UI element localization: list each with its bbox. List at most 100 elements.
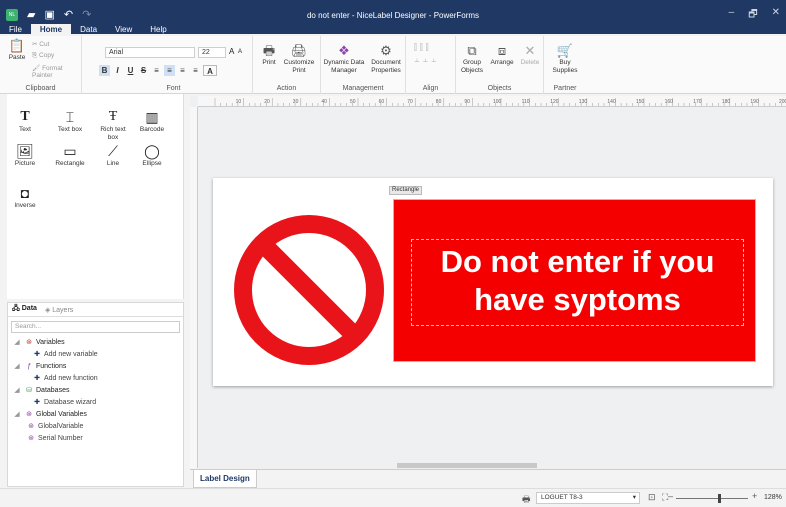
font-family-select[interactable]: Arial [105,47,195,58]
richtext-icon: Ŧ [108,109,118,124]
zoom-slider[interactable] [676,498,748,499]
customize-print-button[interactable]: 🖨 Customize Print [281,44,317,75]
fit-to-page-icon[interactable]: ⊡ [648,492,656,503]
database-wizard[interactable]: ✚ Database wizard [12,397,183,409]
serial-number-icon: ⊛ [28,435,34,442]
tree-global-variables[interactable]: ◢ ⊛ Global Variables [12,409,183,421]
print-button[interactable]: 🖶 Print [259,44,279,67]
paste-icon: 📋 [8,38,26,53]
horizontal-scrollbar[interactable] [198,462,786,469]
ruler-tick-label: 140 [607,99,616,105]
italic-button[interactable]: I [112,65,123,76]
cart-icon: 🛒 [556,43,574,58]
dynamic-data-manager-button[interactable]: ❖ Dynamic Data Manager [323,44,365,75]
ellipse-icon: ◯ [144,143,160,159]
ruler-tick-label: 60 [379,99,385,105]
title-bar: NL ▰ ▣ ↶ ↷ do not enter - NiceLabel Desi… [0,0,786,36]
justify-icon[interactable]: ≡ [190,65,201,76]
align-group-label: Align [422,85,439,92]
management-group-label: Management [342,85,384,92]
sign-text-box[interactable]: Do not enter if you have syptoms [411,239,744,326]
add-icon: ✚ [34,375,40,382]
tool-inverse[interactable]: ◘ Inverse [7,185,43,210]
serial-number-item[interactable]: ⊛ Serial Number [12,433,183,445]
red-rectangle[interactable]: Do not enter if you have syptoms [393,199,756,362]
shrink-font-icon[interactable]: A [238,49,242,55]
functions-icon: ƒ [27,363,31,370]
zoom-out-icon[interactable]: – [668,491,673,501]
ruler-tick-label: 80 [436,99,442,105]
data-tab[interactable]: 🖧 Data [12,304,37,315]
delete-button[interactable]: ✕ Delete [518,44,542,67]
copy-button[interactable]: ⎘ Copy [32,52,54,60]
management-group: ❖ Dynamic Data Manager ⚙ Document Proper… [321,36,406,94]
cut-button[interactable]: ✂ Cut [32,40,49,48]
font-size-select[interactable]: 22 [198,47,226,58]
picture-icon: 🖼 [16,143,34,159]
tab-data[interactable]: Data [71,24,106,36]
underline-button[interactable]: U [125,65,136,76]
add-new-function[interactable]: ✚ Add new function [12,373,183,385]
group-objects-button[interactable]: ⧉ Group Objects [458,44,486,75]
global-variable-item[interactable]: ⊛ GlobalVariable [12,421,183,433]
tool-line[interactable]: ⟋ Line [95,143,131,168]
tree-functions[interactable]: ◢ ƒ Functions [12,361,183,373]
buy-supplies-button[interactable]: 🛒 Buy Supplies [548,44,582,75]
tool-ellipse[interactable]: ◯ Ellipse [134,143,170,168]
printer-icon: 🖶 [262,43,276,58]
font-group: Arial 22 A A B I U S ≡ ≡ ≡ ≡ A Font [95,36,253,94]
add-icon: ✚ [34,399,40,406]
zoom-slider-handle[interactable] [718,494,721,503]
document-properties-icon: ⚙ [380,43,392,58]
add-new-variable[interactable]: ✚ Add new variable [12,349,183,361]
variables-icon: ⊛ [26,339,32,346]
tool-picture[interactable]: 🖼 Picture [7,143,43,168]
tab-help[interactable]: Help [141,24,175,36]
data-panel: 🖧 Data ◈ Layers Search... ◢ ⊛ Variables ✚ A… [7,302,184,487]
tool-text-box[interactable]: ⌶ Text box [52,109,88,134]
ruler-tick-label: 130 [579,99,588,105]
minimize-button[interactable]: – [729,7,735,24]
text-icon: T [20,109,30,124]
group-objects-icon: ⧉ [467,43,477,58]
printer-select[interactable]: LOGUET T8-3 ▾ [536,492,640,504]
font-color-button[interactable]: A [203,65,217,76]
arrange-button[interactable]: ⧈ Arrange [488,44,516,67]
bold-button[interactable]: B [99,65,110,76]
tab-label-design[interactable]: Label Design [193,470,257,488]
grow-font-icon[interactable]: A [229,47,234,56]
align-left-icon[interactable]: ≡ [151,65,162,76]
restore-button[interactable]: 🗗 [748,7,757,24]
layers-tab[interactable]: ◈ Layers [45,306,73,314]
strikethrough-button[interactable]: S [138,65,149,76]
zoom-in-icon[interactable]: + [752,491,757,501]
tab-file[interactable]: File [0,24,31,36]
objects-group-label: Objects [487,85,512,92]
data-search-input[interactable]: Search... [11,321,180,333]
tool-text[interactable]: T Text [7,109,43,134]
document-properties-button[interactable]: ⚙ Document Properties [367,44,405,75]
toolbox: T Text ⌶ Text box Ŧ Rich text box ▥ Barc… [7,94,184,299]
font-group-label: Font [166,85,181,92]
tool-rectangle[interactable]: ▭ Rectangle [52,143,88,168]
objects-group: ⧉ Group Objects ⧈ Arrange ✕ Delete Objec… [456,36,544,94]
scrollbar-thumb[interactable] [397,463,537,468]
tree-databases[interactable]: ◢ ⛁ Databases [12,385,183,397]
action-group: 🖶 Print 🖨 Customize Print Action [253,36,321,94]
align-center-icon[interactable]: ≡ [164,65,175,76]
tree-variables[interactable]: ◢ ⊛ Variables [12,337,183,349]
ruler-tick-label: 120 [550,99,559,105]
close-button[interactable]: ✕ [772,7,780,24]
line-icon: ⟋ [108,143,118,159]
prohibited-sign-icon [234,215,384,365]
align-icons: ⫿⫿⫿ [414,42,432,52]
status-bar: 🖶 LOGUET T8-3 ▾ ⊡ ⛶ – + 128% [0,488,786,507]
align-right-icon[interactable]: ≡ [177,65,188,76]
format-painter-button[interactable]: 🖌 Format Painter [32,64,81,79]
tool-rich-text-box[interactable]: Ŧ Rich text box [95,109,131,142]
tab-home[interactable]: Home [30,24,72,36]
tool-barcode[interactable]: ▥ Barcode [134,109,170,134]
paste-button[interactable]: 📋 Paste [6,39,28,62]
ruler-tick-label: 110 [522,99,530,105]
tab-view[interactable]: View [106,24,141,36]
